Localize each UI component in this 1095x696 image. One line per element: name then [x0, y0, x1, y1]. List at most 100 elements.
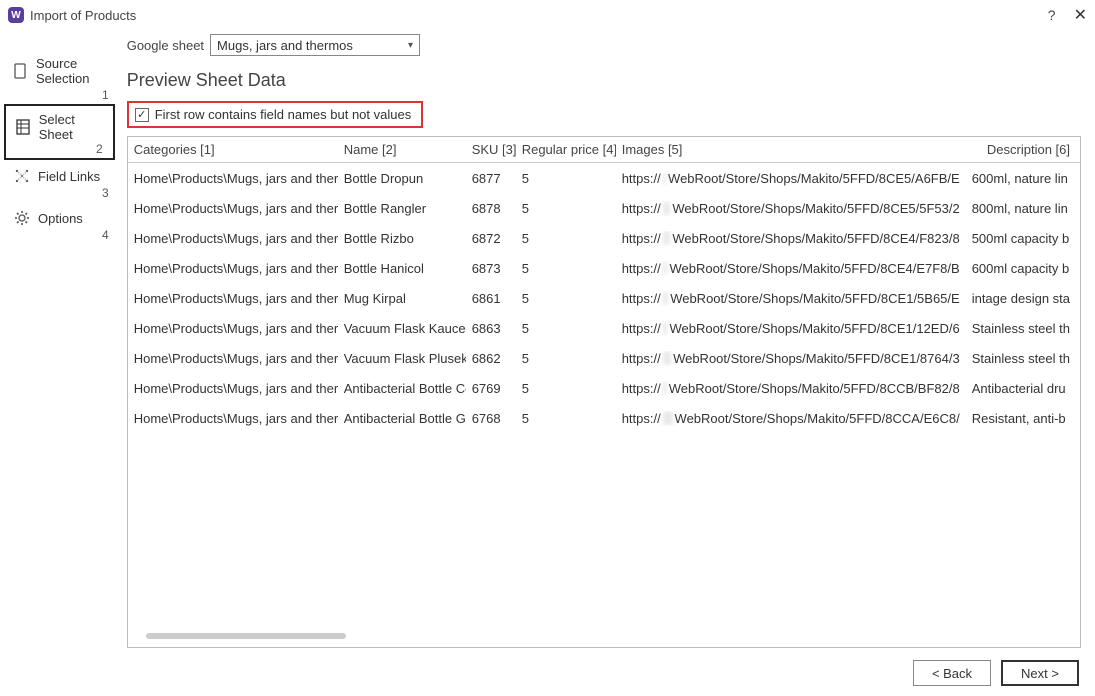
table-row[interactable]: Home\Products\Mugs, jars and thermosAnti…: [128, 403, 1080, 433]
col-description[interactable]: Description [6]: [966, 142, 1080, 157]
cell-categories: Home\Products\Mugs, jars and thermos: [128, 351, 338, 366]
cell-price: 5: [516, 321, 616, 336]
sidebar-item-source-selection[interactable]: Source Selection 1: [0, 48, 119, 104]
sidebar-item-options[interactable]: Options 4: [0, 202, 119, 244]
footer: < Back Next >: [913, 660, 1079, 686]
section-title: Preview Sheet Data: [127, 70, 1081, 91]
cell-sku: 6768: [466, 411, 516, 426]
redacted-segment: [663, 381, 667, 395]
chevron-down-icon: ▾: [408, 40, 413, 51]
cell-description: 500ml capacity b: [966, 231, 1080, 246]
cell-description: intage design sta: [966, 291, 1080, 306]
table-row[interactable]: Home\Products\Mugs, jars and thermosAnti…: [128, 373, 1080, 403]
cell-price: 5: [516, 231, 616, 246]
help-icon[interactable]: ?: [1048, 7, 1056, 23]
table-row[interactable]: Home\Products\Mugs, jars and thermosBott…: [128, 253, 1080, 283]
cell-categories: Home\Products\Mugs, jars and thermos: [128, 291, 338, 306]
sidebar-item-field-links[interactable]: Field Links 3: [0, 160, 119, 202]
sidebar-item-num: 4: [102, 228, 109, 242]
sidebar-item-label: Options: [38, 211, 83, 226]
cell-image: https://WebRoot/Store/Shops/Makito/5FFD/…: [616, 171, 966, 186]
horizontal-scrollbar[interactable]: [146, 633, 346, 639]
sidebar-item-num: 1: [102, 88, 109, 102]
cell-sku: 6873: [466, 261, 516, 276]
cell-price: 5: [516, 171, 616, 186]
cell-price: 5: [516, 291, 616, 306]
cell-image: https://WebRoot/Store/Shops/Makito/5FFD/…: [616, 381, 966, 396]
redacted-segment: [663, 291, 668, 305]
cell-price: 5: [516, 411, 616, 426]
table-header: Categories [1] Name [2] SKU [3] Regular …: [128, 137, 1080, 163]
cell-description: 600ml, nature lin: [966, 171, 1080, 186]
page-icon: [14, 63, 28, 79]
redacted-segment: [663, 351, 671, 365]
table-row[interactable]: Home\Products\Mugs, jars and thermosVacu…: [128, 313, 1080, 343]
cell-name: Bottle Dropun: [338, 171, 466, 186]
back-button[interactable]: < Back: [913, 660, 991, 686]
links-icon: [14, 168, 30, 184]
col-categories[interactable]: Categories [1]: [128, 142, 338, 157]
redacted-segment: [663, 231, 671, 245]
col-sku[interactable]: SKU [3]: [466, 142, 516, 157]
cell-description: Antibacterial dru: [966, 381, 1080, 396]
sidebar-item-num: 2: [96, 142, 103, 156]
cell-image: https://WebRoot/Store/Shops/Makito/5FFD/…: [616, 231, 966, 246]
cell-description: 800ml, nature lin: [966, 201, 1080, 216]
table-row[interactable]: Home\Products\Mugs, jars and thermosBott…: [128, 193, 1080, 223]
cell-categories: Home\Products\Mugs, jars and thermos: [128, 201, 338, 216]
sidebar-item-select-sheet[interactable]: Select Sheet 2: [4, 104, 115, 160]
table-row[interactable]: Home\Products\Mugs, jars and thermosVacu…: [128, 343, 1080, 373]
cell-description: Resistant, anti-b: [966, 411, 1080, 426]
cell-sku: 6872: [466, 231, 516, 246]
checkbox-icon[interactable]: ✓: [135, 108, 149, 122]
cell-price: 5: [516, 261, 616, 276]
sidebar-item-label: Source Selection: [36, 56, 111, 86]
cell-sku: 6863: [466, 321, 516, 336]
content: Google sheet Mugs, jars and thermos ▾ Pr…: [119, 28, 1095, 648]
cell-name: Bottle Rangler: [338, 201, 466, 216]
redacted-segment: [663, 171, 666, 185]
table-body: Home\Products\Mugs, jars and thermosBott…: [128, 163, 1080, 433]
cell-price: 5: [516, 351, 616, 366]
cell-price: 5: [516, 381, 616, 396]
checkbox-label: First row contains field names but not v…: [155, 107, 412, 122]
redacted-segment: [663, 321, 668, 335]
cell-sku: 6861: [466, 291, 516, 306]
redacted-segment: [663, 261, 668, 275]
col-name[interactable]: Name [2]: [338, 142, 466, 157]
cell-categories: Home\Products\Mugs, jars and thermos: [128, 171, 338, 186]
col-images[interactable]: Images [5]: [616, 142, 966, 157]
sidebar-item-label: Select Sheet: [39, 112, 107, 142]
titlebar: W Import of Products ? ✕: [0, 0, 1095, 28]
table-row[interactable]: Home\Products\Mugs, jars and thermosBott…: [128, 223, 1080, 253]
sidebar: Source Selection 1 Select Sheet 2 Field …: [0, 28, 119, 648]
google-sheet-select[interactable]: Mugs, jars and thermos ▾: [210, 34, 420, 56]
google-sheet-label: Google sheet: [127, 38, 204, 53]
table-row[interactable]: Home\Products\Mugs, jars and thermosBott…: [128, 163, 1080, 193]
sidebar-item-num: 3: [102, 186, 109, 200]
sheet-row: Google sheet Mugs, jars and thermos ▾: [127, 34, 1081, 56]
google-sheet-selected: Mugs, jars and thermos: [217, 38, 353, 53]
cell-image: https://WebRoot/Store/Shops/Makito/5FFD/…: [616, 291, 966, 306]
redacted-segment: [663, 201, 671, 215]
window-title: Import of Products: [30, 8, 1048, 23]
close-icon[interactable]: ✕: [1074, 5, 1087, 25]
first-row-checkbox-row[interactable]: ✓ First row contains field names but not…: [127, 101, 424, 128]
cell-sku: 6878: [466, 201, 516, 216]
cell-name: Vacuum Flask Kaucex: [338, 321, 466, 336]
cell-name: Bottle Hanicol: [338, 261, 466, 276]
cell-sku: 6769: [466, 381, 516, 396]
cell-image: https://WebRoot/Store/Shops/Makito/5FFD/…: [616, 411, 966, 426]
cell-sku: 6877: [466, 171, 516, 186]
cell-categories: Home\Products\Mugs, jars and thermos: [128, 231, 338, 246]
cell-name: Mug Kirpal: [338, 291, 466, 306]
next-button[interactable]: Next >: [1001, 660, 1079, 686]
cell-categories: Home\Products\Mugs, jars and thermos: [128, 411, 338, 426]
cell-sku: 6862: [466, 351, 516, 366]
cell-name: Bottle Rizbo: [338, 231, 466, 246]
cell-image: https://WebRoot/Store/Shops/Makito/5FFD/…: [616, 261, 966, 276]
col-price[interactable]: Regular price [4]: [516, 142, 616, 157]
table-row[interactable]: Home\Products\Mugs, jars and thermosMug …: [128, 283, 1080, 313]
cell-name: Antibacterial Bottle Gliter: [338, 411, 466, 426]
cell-image: https://WebRoot/Store/Shops/Makito/5FFD/…: [616, 201, 966, 216]
